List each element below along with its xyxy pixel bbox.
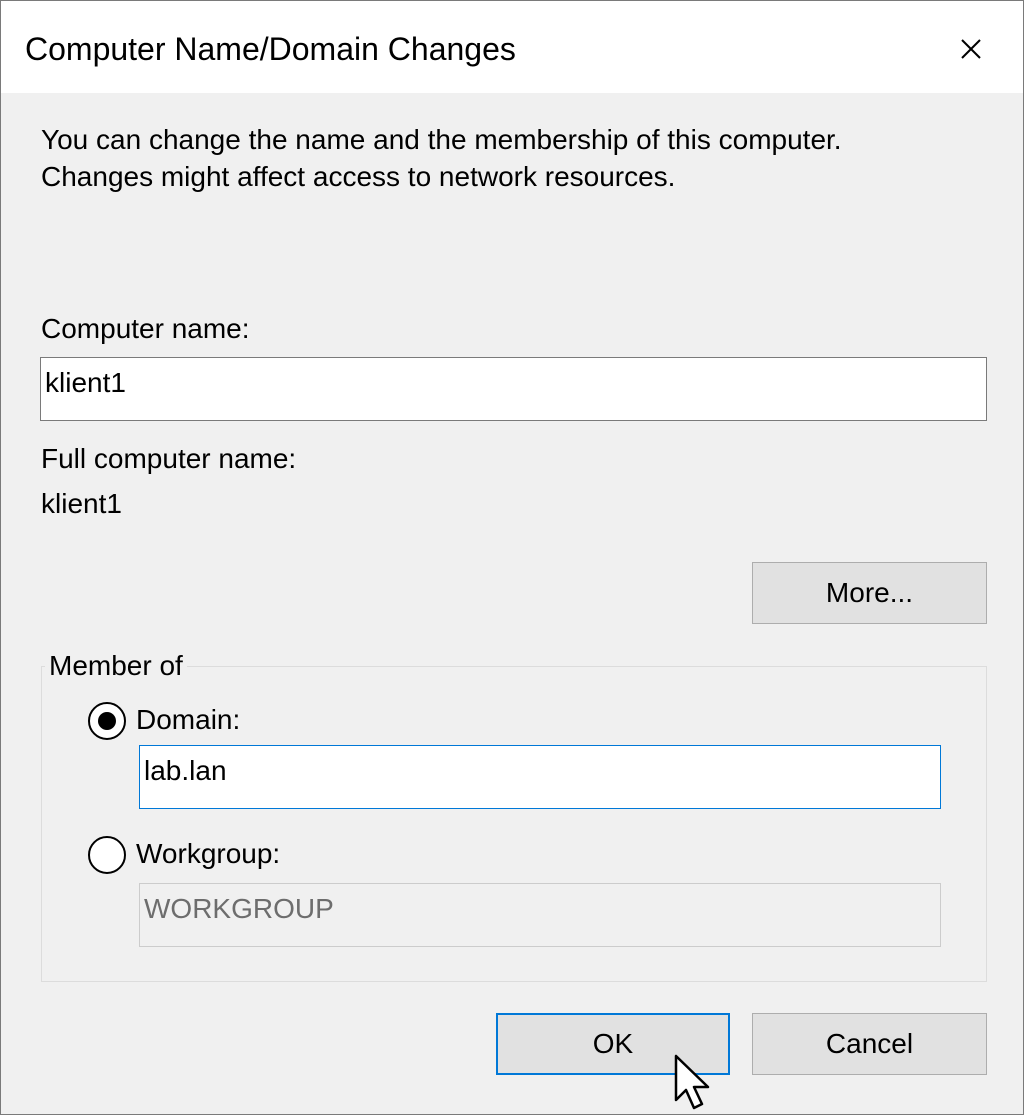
intro-text: You can change the name and the membersh… [41, 121, 1001, 195]
workgroup-label[interactable]: Workgroup: [136, 837, 280, 871]
more-button[interactable]: More... [752, 562, 987, 624]
domain-label[interactable]: Domain: [136, 703, 240, 737]
domain-input[interactable]: lab.lan [139, 745, 941, 809]
intro-line-1: You can change the name and the membersh… [41, 124, 842, 155]
dialog-window: Computer Name/Domain Changes You can cha… [0, 0, 1024, 1115]
radio-selected-dot [98, 712, 116, 730]
computer-name-label: Computer name: [41, 313, 250, 344]
full-computer-name-label: Full computer name: [41, 443, 297, 474]
member-of-legend: Member of [45, 648, 187, 684]
workgroup-input[interactable]: WORKGROUP [139, 883, 941, 947]
dialog-title: Computer Name/Domain Changes [25, 31, 516, 67]
full-computer-name-value: klient1 [41, 488, 122, 519]
close-button[interactable] [945, 23, 997, 75]
domain-radio[interactable] [88, 702, 126, 740]
mouse-cursor-icon [674, 1054, 710, 1110]
close-icon [961, 39, 981, 59]
cancel-button[interactable]: Cancel [752, 1013, 987, 1075]
computer-name-input[interactable]: klient1 [40, 357, 987, 421]
workgroup-radio[interactable] [88, 836, 126, 874]
intro-line-2: Changes might affect access to network r… [41, 161, 676, 192]
title-bar[interactable]: Computer Name/Domain Changes [1, 1, 1023, 93]
